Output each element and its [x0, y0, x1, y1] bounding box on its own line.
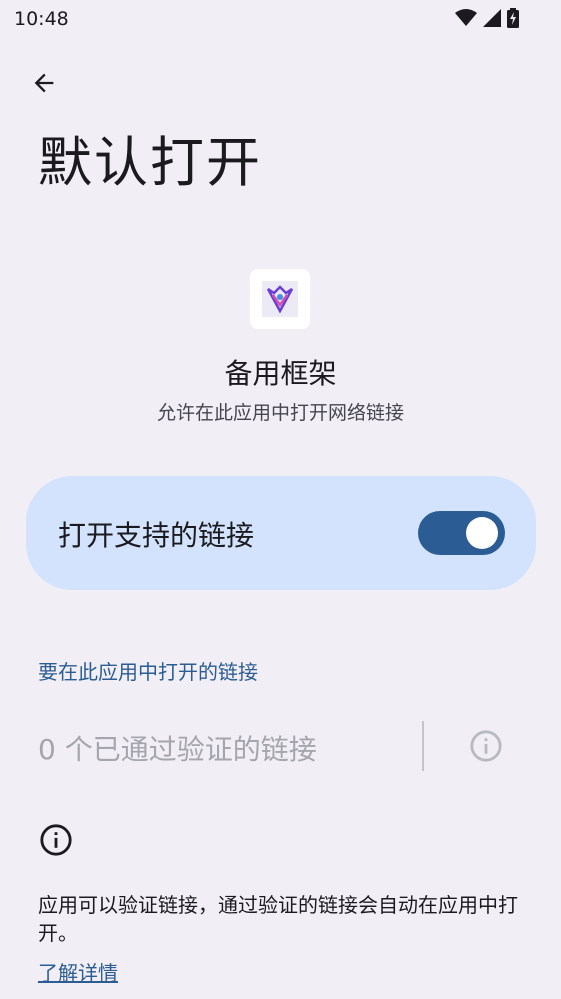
vertical-divider — [422, 721, 424, 771]
info-icon — [40, 824, 72, 856]
status-icons — [455, 8, 519, 28]
wifi-icon — [455, 9, 477, 26]
links-section-header: 要在此应用中打开的链接 — [38, 660, 258, 684]
battery-icon — [507, 8, 519, 28]
page-title: 默认打开 — [38, 131, 262, 194]
signal-icon — [483, 9, 501, 27]
open-supported-links-toggle-row[interactable]: 打开支持的链接 — [26, 476, 536, 590]
toggle-label: 打开支持的链接 — [58, 519, 255, 552]
info-icon — [470, 730, 502, 762]
app-icon — [250, 269, 310, 329]
learn-more-link[interactable]: 了解详情 — [38, 957, 118, 986]
footer-info-icon-wrap — [36, 820, 76, 860]
arrow-back-icon — [34, 73, 54, 93]
status-time: 10:48 — [14, 8, 69, 30]
app-logo-icon — [262, 281, 298, 317]
open-supported-links-switch[interactable] — [418, 511, 505, 555]
app-subtitle: 允许在此应用中打开网络链接 — [156, 402, 404, 424]
back-button[interactable] — [22, 61, 66, 105]
footer-description: 应用可以验证链接，通过验证的链接会自动在应用中打开。 — [38, 893, 518, 945]
app-name: 备用框架 — [224, 357, 337, 390]
verified-links-item: 0 个已通过验证的链接 — [38, 733, 317, 766]
switch-knob — [466, 517, 498, 549]
status-bar: 10:48 — [0, 0, 561, 38]
verified-links-info-button[interactable] — [466, 726, 506, 766]
